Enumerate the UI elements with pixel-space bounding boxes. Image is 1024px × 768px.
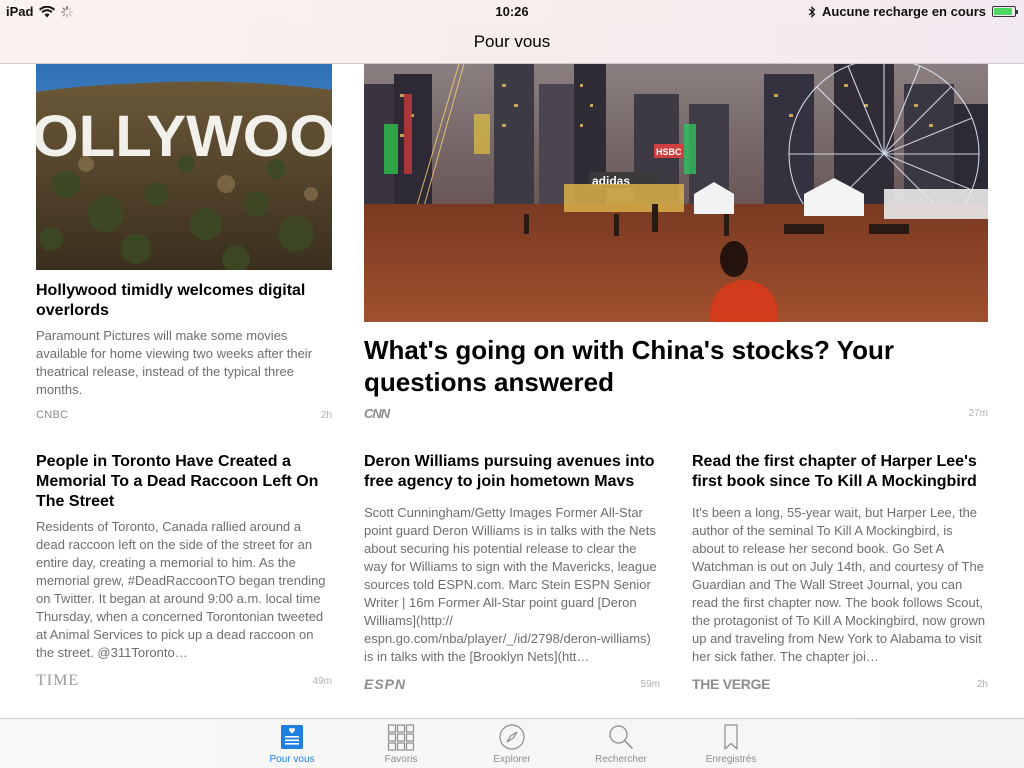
article-headline[interactable]: People in Toronto Have Created a Memoria…	[36, 452, 332, 512]
tab-label: Enregistrés	[705, 754, 757, 765]
article-time: 2h	[320, 409, 332, 421]
tab-favorites[interactable]: Favoris	[361, 723, 441, 765]
source-cnn-logo: CNN	[364, 406, 390, 421]
article-summary: Paramount Pictures will make some movies…	[36, 328, 313, 397]
article-card-hollywood[interactable]: Hollywood timidly welcomes digital overl…	[36, 281, 332, 421]
article-card-harper-lee[interactable]: Read the first chapter of Harper Lee's f…	[692, 452, 988, 692]
article-headline[interactable]: Deron Williams pursuing avenues into fre…	[364, 452, 660, 492]
article-meta: CNN 27m	[364, 406, 988, 421]
article-summary: It's been a long, 55-year wait, but Harp…	[692, 505, 986, 664]
article-summary: Scott Cunningham/Getty Images Former All…	[364, 505, 657, 664]
svg-text:HSBC: HSBC	[656, 147, 682, 157]
battery-icon	[992, 6, 1018, 17]
tab-search[interactable]: Rechercher	[581, 723, 661, 765]
source-the-verge-logo: THE VERGE	[692, 676, 771, 692]
nav-bar: Pour vous	[0, 22, 1024, 64]
bookmark-icon	[724, 724, 738, 750]
tab-bar: Pour vous Favoris Explorer Rechercher En…	[0, 718, 1024, 768]
article-headline[interactable]: Hollywood timidly welcomes digital overl…	[36, 281, 332, 321]
article-card-raccoon[interactable]: People in Toronto Have Created a Memoria…	[36, 452, 332, 690]
source-cnbc-label: CNBC	[36, 409, 69, 421]
search-icon	[609, 725, 633, 749]
article-meta: ESPN 59m	[364, 676, 660, 692]
battery-level	[994, 8, 1012, 15]
news-feed[interactable]: OLLYWOO HSBC adidas Hollywood timidly we…	[0, 64, 1024, 718]
article-time: 27m	[968, 408, 988, 419]
source-espn-logo: ESPN	[364, 676, 407, 692]
article-image-hong-kong[interactable]: HSBC adidas	[364, 64, 988, 322]
article-headline[interactable]: Read the first chapter of Harper Lee's f…	[692, 452, 988, 492]
favorites-grid-icon	[387, 724, 415, 751]
article-image-hollywood[interactable]: OLLYWOO	[36, 64, 332, 270]
charging-status: Aucune recharge en cours	[822, 4, 986, 19]
article-time: 2h	[976, 678, 988, 690]
status-right: Aucune recharge en cours	[808, 4, 1018, 19]
compass-icon	[499, 724, 525, 750]
article-card-china-stocks[interactable]: What's going on with China's stocks? You…	[364, 334, 988, 421]
article-meta: TIME 49m	[36, 672, 332, 690]
source-time-logo: TIME	[36, 672, 80, 689]
article-summary: Residents of Toronto, Canada rallied aro…	[36, 519, 326, 660]
status-bar: iPad 10:26 Aucune recharge en cours	[0, 0, 1024, 22]
tab-explore[interactable]: Explorer	[472, 723, 552, 765]
article-meta: CNBC 2h	[36, 409, 332, 421]
tab-saved[interactable]: Enregistrés	[691, 723, 771, 765]
tab-label: Explorer	[493, 754, 531, 765]
tab-label: Rechercher	[595, 754, 647, 765]
for-you-icon	[281, 725, 303, 749]
tab-label: Favoris	[384, 754, 418, 765]
bluetooth-icon	[808, 5, 816, 18]
article-time: 59m	[640, 678, 660, 690]
article-card-deron-williams[interactable]: Deron Williams pursuing avenues into fre…	[364, 452, 660, 692]
article-meta: THE VERGE 2h	[692, 676, 988, 692]
tab-label: Pour vous	[269, 754, 315, 765]
page-title: Pour vous	[473, 32, 551, 51]
article-time: 49m	[312, 675, 332, 687]
hollywood-sign-text: OLLYWOO	[36, 104, 332, 169]
article-headline[interactable]: What's going on with China's stocks? You…	[364, 334, 964, 398]
tab-for-you[interactable]: Pour vous	[252, 723, 332, 765]
